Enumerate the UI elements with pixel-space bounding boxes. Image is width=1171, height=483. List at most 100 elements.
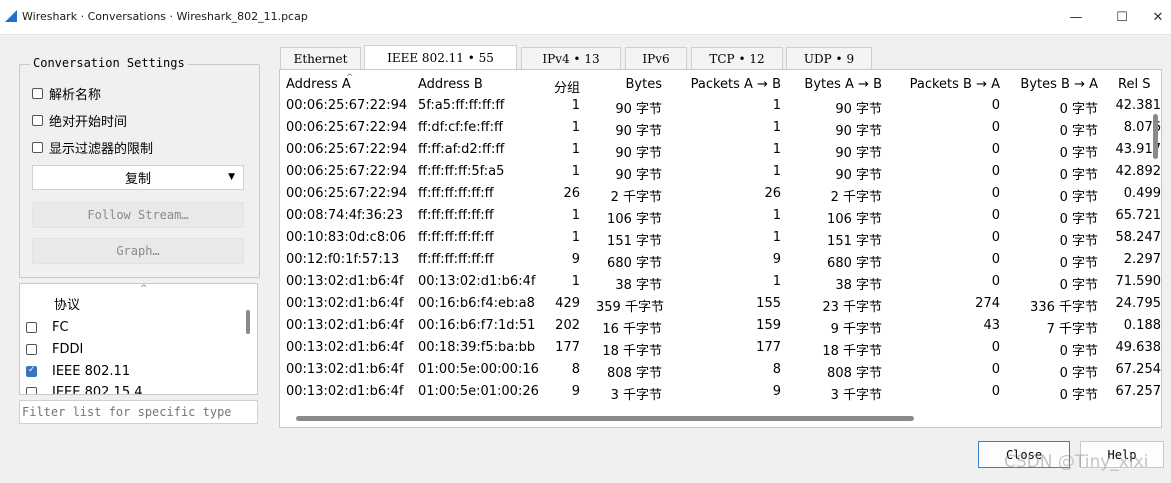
protocol-list-scrollbar[interactable]: [246, 310, 250, 334]
table-row[interactable]: 00:13:02:d1:b6:4f 00:16:b6:f7:1d:51 202 16 …: [280, 316, 1161, 338]
tab-tcp[interactable]: TCP • 12: [691, 47, 783, 69]
cell-bytes: 808 字节: [607, 366, 662, 381]
cell-rel-start: 67.257: [1115, 384, 1162, 399]
caret-down-icon: ▼: [228, 172, 235, 182]
checkbox-box[interactable]: [26, 321, 37, 333]
cell-packets-b-a: 43: [983, 318, 1000, 333]
conversations-table[interactable]: ^ Address A Address B 分组 Bytes Packets A…: [279, 69, 1162, 428]
protocol-item[interactable]: IEEE 802.15.4: [20, 382, 246, 394]
checkbox-box[interactable]: [32, 114, 43, 126]
cell-packets: 1: [571, 274, 580, 289]
cell-bytes-b-a: 0 字节: [1059, 234, 1098, 249]
cell-address-a: 00:13:02:d1:b6:4f: [286, 384, 404, 399]
tab-ipv6[interactable]: IPv6: [625, 47, 687, 69]
column-header-bytes-b-a[interactable]: Bytes B → A: [1007, 77, 1098, 97]
column-header-address-b[interactable]: Address B: [418, 77, 483, 97]
resolve-names-checkbox[interactable]: 解析名称: [32, 83, 101, 103]
checkbox-box[interactable]: [32, 87, 43, 99]
cell-packets-a-b: 1: [772, 274, 781, 289]
cell-rel-start: 65.721: [1115, 208, 1162, 223]
table-row[interactable]: 00:13:02:d1:b6:4f 01:00:5e:00:00:16 8 808 字…: [280, 360, 1161, 382]
cell-packets: 1: [571, 164, 580, 179]
table-row[interactable]: 00:13:02:d1:b6:4f 00:18:39:f5:ba:bb 177 18 …: [280, 338, 1161, 360]
cell-address-b: ff:ff:ff:ff:ff:ff: [418, 230, 494, 245]
protocol-list-header[interactable]: 协议: [54, 294, 80, 313]
checkbox-box[interactable]: [32, 141, 43, 153]
vertical-scrollbar[interactable]: [1153, 114, 1158, 159]
column-header-packets-b-a[interactable]: Packets B → A: [890, 77, 1000, 97]
tab-udp[interactable]: UDP • 9: [786, 47, 872, 69]
checkbox-box[interactable]: [26, 386, 37, 394]
table-row[interactable]: 00:10:83:0d:c8:06 ff:ff:ff:ff:ff:ff 1 151 字…: [280, 228, 1161, 250]
protocol-filter-input[interactable]: [19, 400, 258, 424]
cell-address-b: ff:ff:ff:ff:5f:a5: [418, 164, 505, 179]
column-header-bytes[interactable]: Bytes: [596, 77, 662, 97]
absolute-start-time-checkbox[interactable]: 绝对开始时间: [32, 110, 127, 130]
follow-stream-button[interactable]: Follow Stream…: [32, 202, 244, 228]
table-row[interactable]: 00:13:02:d1:b6:4f 00:16:b6:f4:eb:a8 429 359…: [280, 294, 1161, 316]
table-row[interactable]: 00:06:25:67:22:94 5f:a5:ff:ff:ff:ff 1 90 字节…: [280, 96, 1161, 118]
table-row[interactable]: 00:08:74:4f:36:23 ff:ff:ff:ff:ff:ff 1 106 字…: [280, 206, 1162, 228]
tab-ieee-802-11[interactable]: IEEE 802.11 • 55: [364, 45, 517, 69]
table-row[interactable]: 00:13:02:d1:b6:4f 01:00:5e:01:00:26 9 3 千字节…: [280, 382, 1162, 404]
table-row[interactable]: 00:06:25:67:22:94 ff:df:cf:fe:ff:ff 1 90 字节…: [280, 118, 1161, 140]
sort-caret-icon: ^: [140, 284, 148, 294]
checkbox-box[interactable]: [26, 343, 37, 355]
cell-address-b: ff:df:cf:fe:ff:ff: [418, 120, 503, 135]
wireshark-fin-icon: [5, 10, 17, 22]
horizontal-scrollbar[interactable]: [296, 416, 914, 421]
column-header-bytes-a-b[interactable]: Bytes A → B: [786, 77, 882, 97]
cell-packets: 1: [571, 230, 580, 245]
column-header-packets[interactable]: 分组: [542, 77, 580, 97]
protocol-item[interactable]: FC: [20, 317, 246, 337]
cell-packets: 177: [555, 340, 580, 355]
cell-address-a: 00:06:25:67:22:94: [286, 142, 408, 157]
cell-bytes-b-a: 0 字节: [1059, 212, 1098, 227]
maximize-button[interactable]: ☐: [1099, 0, 1145, 34]
cell-bytes: 2 千字节: [610, 190, 662, 205]
cell-bytes-a-b: 38 字节: [835, 278, 882, 293]
limit-to-display-filter-checkbox[interactable]: 显示过滤器的限制: [32, 137, 153, 157]
close-window-button[interactable]: ✕: [1145, 0, 1171, 34]
tab-ipv4[interactable]: IPv4 • 13: [521, 47, 621, 69]
cell-bytes: 106 字节: [607, 212, 662, 227]
column-header-rel-start[interactable]: Rel S: [1118, 77, 1150, 97]
cell-bytes-b-a: 0 字节: [1059, 344, 1098, 359]
cell-bytes: 16 千字节: [602, 322, 662, 337]
minimize-button[interactable]: —: [1053, 0, 1099, 34]
protocol-item[interactable]: IEEE 802.11: [20, 361, 246, 381]
cell-address-b: ff:ff:ff:ff:ff:ff: [418, 208, 494, 223]
table-row[interactable]: 00:06:25:67:22:94 ff:ff:af:d2:ff:ff 1 90 字节…: [280, 140, 1161, 162]
cell-address-a: 00:12:f0:1f:57:13: [286, 252, 400, 267]
protocol-list[interactable]: ^ 协议 FC FDDI IEEE 802.11 IEEE 802.15.4: [19, 283, 258, 395]
cell-packets: 8: [571, 362, 580, 377]
sort-caret-icon: ^: [346, 73, 354, 83]
cell-bytes: 38 字节: [615, 278, 662, 293]
protocol-item[interactable]: FDDI: [20, 339, 246, 359]
tab-ethernet[interactable]: Ethernet: [280, 47, 361, 69]
cell-packets-b-a: 0: [991, 98, 1000, 113]
table-row[interactable]: 00:06:25:67:22:94 ff:ff:ff:ff:ff:ff 26 2 千字…: [280, 184, 1161, 206]
checkbox-box-checked[interactable]: [26, 365, 37, 377]
cell-packets-b-a: 0: [991, 164, 1000, 179]
cell-address-b: ff:ff:ff:ff:ff:ff: [418, 252, 494, 267]
cell-bytes-a-b: 151 字节: [827, 234, 882, 249]
cell-address-a: 00:13:02:d1:b6:4f: [286, 274, 404, 289]
column-header-packets-a-b[interactable]: Packets A → B: [674, 77, 781, 97]
cell-bytes-a-b: 680 字节: [827, 256, 882, 271]
cell-packets: 1: [571, 120, 580, 135]
graph-button[interactable]: Graph…: [32, 238, 244, 264]
table-row[interactable]: 00:06:25:67:22:94 ff:ff:ff:ff:5f:a5 1 90 字节…: [280, 162, 1161, 184]
table-row[interactable]: 00:12:f0:1f:57:13 ff:ff:ff:ff:ff:ff 9 680 字…: [280, 250, 1161, 272]
table-row[interactable]: 00:13:02:d1:b6:4f 00:13:02:d1:b6:4f 1 38 字节…: [280, 272, 1161, 294]
cell-bytes-b-a: 0 字节: [1059, 124, 1098, 139]
copy-combobox[interactable]: 复制 ▼: [32, 165, 244, 190]
cell-bytes: 90 字节: [615, 146, 662, 161]
cell-bytes-a-b: 808 字节: [827, 366, 882, 381]
cell-address-b: ff:ff:ff:ff:ff:ff: [418, 186, 494, 201]
window-title: Wireshark · Conversations · Wireshark_80…: [22, 10, 308, 23]
cell-bytes: 3 千字节: [610, 388, 662, 403]
cell-bytes-a-b: 2 千字节: [830, 190, 882, 205]
column-header-address-a[interactable]: ^ Address A: [286, 73, 354, 97]
cell-packets: 9: [571, 252, 580, 267]
